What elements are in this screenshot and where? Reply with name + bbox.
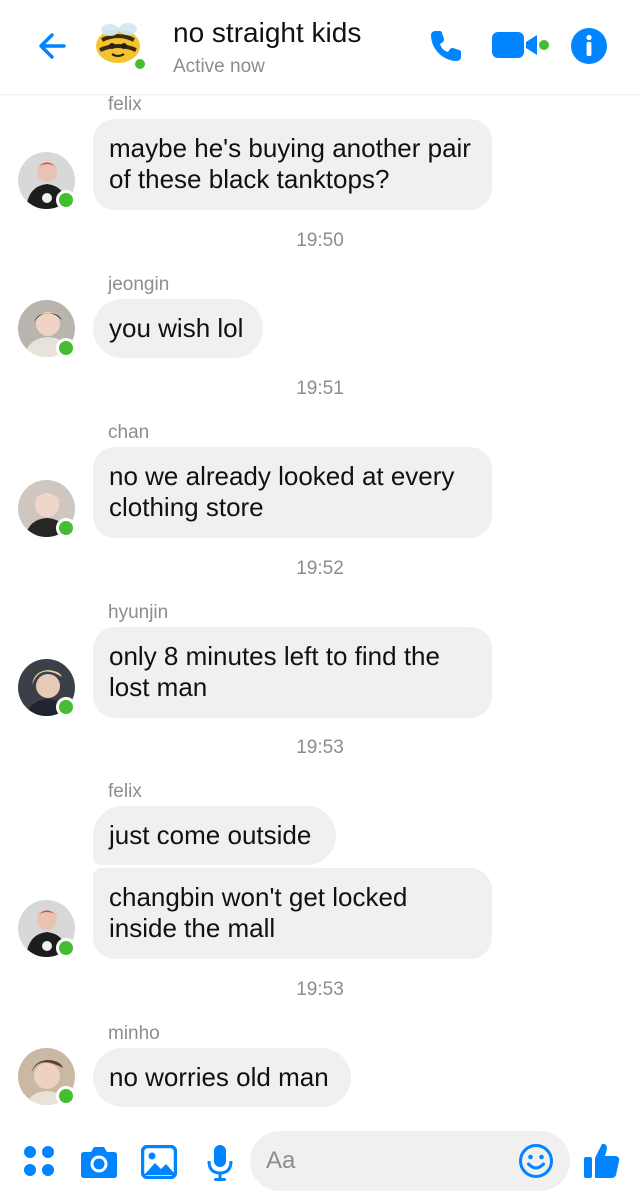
message-bubble[interactable]: just come outside	[93, 806, 336, 865]
message-bubble[interactable]: you wish lol	[93, 299, 263, 358]
gallery-icon[interactable]	[141, 1145, 177, 1179]
avatar-felix[interactable]	[18, 900, 76, 958]
sender-name: hyunjin	[108, 602, 169, 623]
message-composer: Aa	[0, 1118, 640, 1200]
like-icon[interactable]	[582, 1140, 622, 1180]
timestamp: 19:51	[296, 378, 344, 399]
sender-name: felix	[108, 781, 142, 802]
online-indicator	[56, 938, 76, 958]
group-avatar[interactable]	[92, 20, 150, 72]
message-bubble[interactable]: no we already looked at every clothing s…	[93, 447, 492, 538]
phone-call-icon[interactable]	[426, 26, 466, 66]
message-line: you wish lol	[109, 313, 244, 343]
avatar-felix[interactable]	[18, 152, 76, 210]
message-line: maybe he's buying another pair	[109, 133, 471, 163]
chat-status: Active now	[173, 56, 265, 77]
message-line: no worries old man	[109, 1062, 329, 1092]
message-bubble[interactable]: maybe he's buying another pair of these …	[93, 119, 492, 210]
group-online-indicator	[132, 56, 148, 72]
sender-name: minho	[108, 1023, 160, 1044]
back-arrow-icon[interactable]	[34, 26, 74, 66]
sender-name: chan	[108, 422, 150, 443]
online-indicator	[56, 518, 76, 538]
message-line: lost man	[109, 672, 208, 702]
avatar-minho[interactable]	[18, 1048, 76, 1106]
avatar-chan[interactable]	[18, 480, 76, 538]
message-bubble[interactable]: changbin won't get locked inside the mal…	[93, 868, 492, 959]
message-input-placeholder: Aa	[266, 1147, 296, 1174]
online-indicator	[56, 190, 76, 210]
online-indicator	[56, 1086, 76, 1106]
message-line: of these black tanktops?	[109, 164, 390, 194]
sender-name: jeongin	[108, 274, 170, 295]
online-indicator	[56, 697, 76, 717]
online-indicator	[56, 338, 76, 358]
avatar-jeongin[interactable]	[18, 300, 76, 358]
message-line: just come outside	[109, 820, 312, 850]
message-bubble[interactable]: only 8 minutes left to find the lost man	[93, 627, 492, 718]
avatar-hyunjin[interactable]	[18, 659, 76, 717]
timestamp: 19:52	[296, 558, 344, 579]
info-icon[interactable]	[569, 26, 609, 66]
microphone-icon[interactable]	[205, 1144, 235, 1182]
sender-name: felix	[108, 94, 142, 115]
message-input[interactable]: Aa	[250, 1131, 570, 1191]
chat-title[interactable]: no straight kids	[173, 17, 361, 49]
video-call-icon[interactable]	[491, 28, 551, 62]
camera-icon[interactable]	[80, 1145, 118, 1179]
message-line: changbin won't get locked	[109, 882, 408, 912]
message-line: only 8 minutes left to find the	[109, 641, 440, 671]
emoji-icon[interactable]	[518, 1143, 554, 1179]
timestamp: 19:53	[296, 979, 344, 1000]
timestamp: 19:53	[296, 737, 344, 758]
message-line: clothing store	[109, 492, 264, 522]
message-bubble[interactable]: no worries old man	[93, 1048, 351, 1107]
apps-icon[interactable]	[22, 1144, 56, 1178]
chat-header: no straight kids Active now	[0, 0, 640, 94]
message-list[interactable]: felix maybe he's buying another pair of …	[0, 94, 640, 1118]
message-line: inside the mall	[109, 913, 276, 943]
message-line: no we already looked at every	[109, 461, 455, 491]
timestamp: 19:50	[296, 230, 344, 251]
